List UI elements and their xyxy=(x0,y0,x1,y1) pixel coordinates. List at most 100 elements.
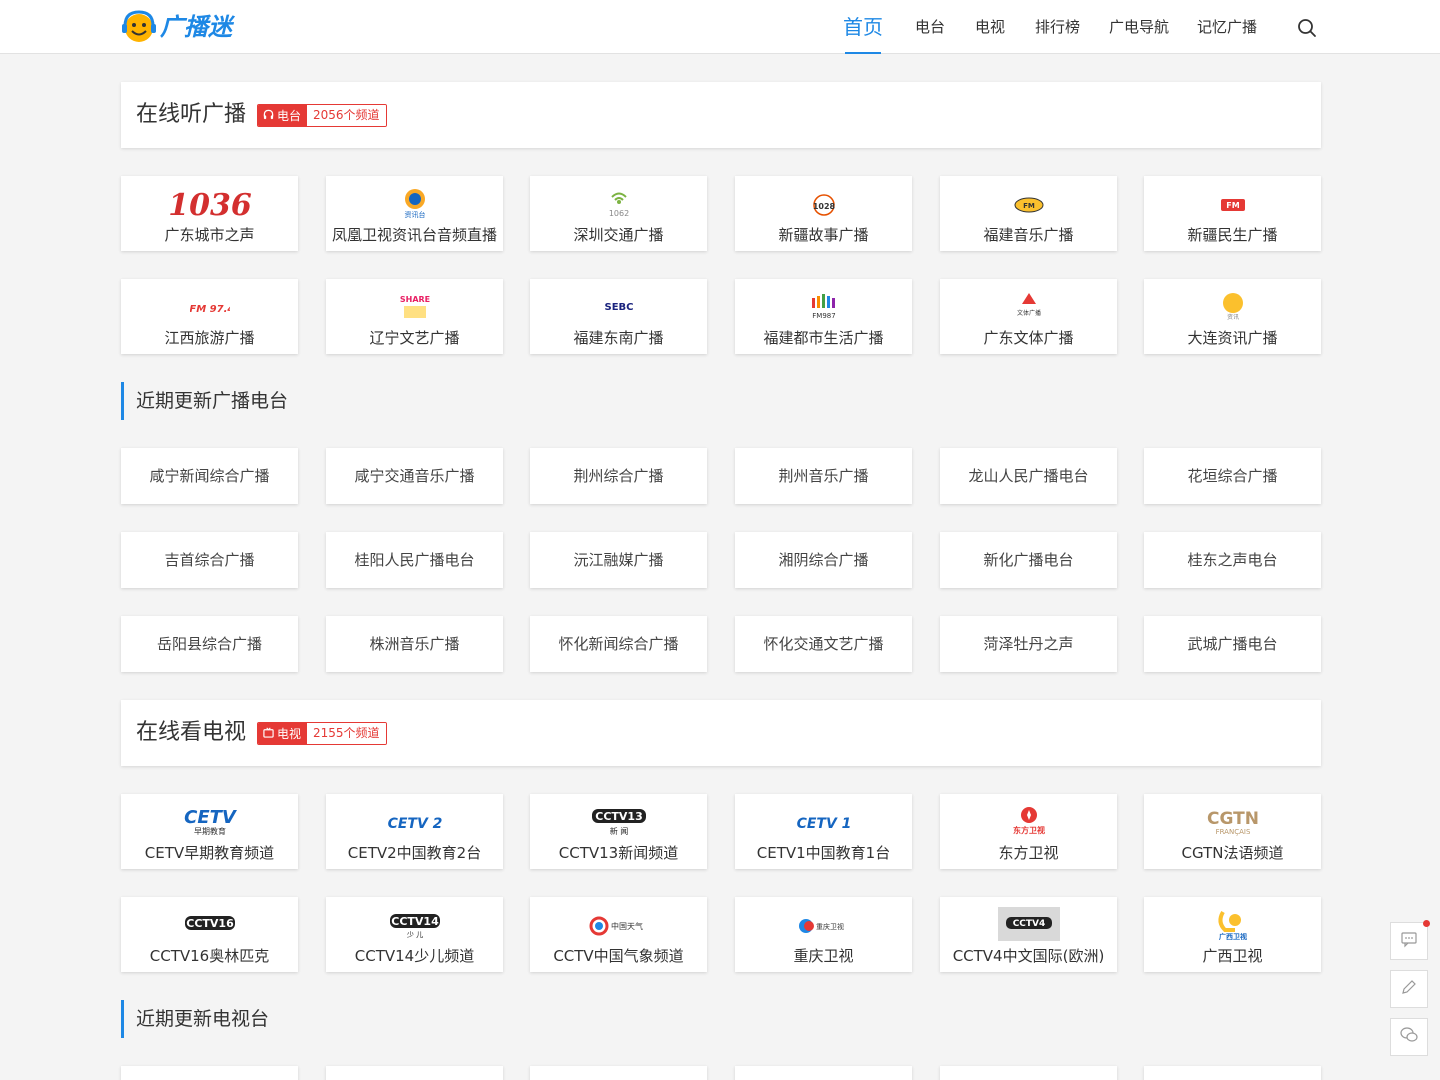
tv-card[interactable]: CCTV16 CCTV16奥林匹克 xyxy=(121,897,298,972)
notification-dot xyxy=(1423,920,1430,927)
recent-radio-item[interactable]: 咸宁交通音乐广播 xyxy=(326,448,503,504)
tv-badge[interactable]: 电视 2155个频道 xyxy=(257,722,387,745)
recent-radio-item[interactable]: 株洲音乐广播 xyxy=(326,616,503,672)
recent-radio-item[interactable]: 菏泽牡丹之声 xyxy=(940,616,1117,672)
nav-guide[interactable]: 广电导航 xyxy=(1109,0,1169,54)
tv-card[interactable]: CCTV4 CCTV4中文国际(欧洲) xyxy=(940,897,1117,972)
recent-tv-item[interactable] xyxy=(1144,1066,1321,1080)
edit-button[interactable] xyxy=(1390,970,1428,1008)
search-icon[interactable] xyxy=(1297,18,1317,38)
tv-card[interactable]: CCTV13 新 闻 CCTV13新闻频道 xyxy=(530,794,707,869)
channel-logo: CCTV14 少 儿 xyxy=(387,907,443,941)
nav-home[interactable]: 首页 xyxy=(843,0,883,54)
channel-name: CCTV14少儿频道 xyxy=(354,947,475,965)
tv-card[interactable]: 东方卫视 东方卫视 xyxy=(940,794,1117,869)
tv-badge-count: 2155个频道 xyxy=(307,723,386,744)
radio-card[interactable]: SHARE 辽宁文艺广播 xyxy=(326,279,503,354)
radio-card[interactable]: 资讯台 凤凰卫视资讯台音频直播 xyxy=(326,176,503,251)
svg-text:东方卫视: 东方卫视 xyxy=(1013,825,1045,835)
svg-text:IFM 97.4: IFM 97.4 xyxy=(190,304,230,315)
tv-card[interactable]: 重庆卫视 重庆卫视 xyxy=(735,897,912,972)
comment-button[interactable] xyxy=(1390,920,1430,960)
radio-card[interactable]: 文体广播 广东文体广播 xyxy=(940,279,1117,354)
recent-tv-item[interactable] xyxy=(326,1066,503,1080)
channel-name: CCTV16奥林匹克 xyxy=(149,947,270,965)
tv-section-header: 在线看电视 电视 2155个频道 xyxy=(121,700,1321,766)
recent-radio-item[interactable]: 桂阳人民广播电台 xyxy=(326,532,503,588)
svg-text:文体广播: 文体广播 xyxy=(1016,309,1040,317)
radio-card[interactable]: 1036 广东城市之声 xyxy=(121,176,298,251)
station-logo: 文体广播 xyxy=(1014,289,1044,323)
nav-radio[interactable]: 电台 xyxy=(915,0,945,54)
headphones-icon xyxy=(263,109,274,123)
recent-tv-item[interactable] xyxy=(121,1066,298,1080)
svg-text:CCTV16: CCTV16 xyxy=(186,917,234,930)
recent-radio-item[interactable]: 荆州音乐广播 xyxy=(735,448,912,504)
station-logo: SEBC xyxy=(602,289,636,323)
site-logo[interactable]: 广播迷 xyxy=(122,8,256,44)
nav-tv[interactable]: 电视 xyxy=(975,0,1005,54)
recent-tv-item[interactable] xyxy=(530,1066,707,1080)
svg-text:中国天气: 中国天气 xyxy=(611,921,643,931)
recent-radio-item[interactable]: 荆州综合广播 xyxy=(530,448,707,504)
tv-card[interactable]: CETV 2 CETV2中国教育2台 xyxy=(326,794,503,869)
recent-radio-item[interactable]: 岳阳县综合广播 xyxy=(121,616,298,672)
station-logo: SHARE xyxy=(399,289,431,323)
recent-radio-item[interactable]: 湘阴综合广播 xyxy=(735,532,912,588)
tv-card[interactable]: 中国天气 CCTV中国气象频道 xyxy=(530,897,707,972)
nav-ranking[interactable]: 排行榜 xyxy=(1035,0,1080,54)
top-header: 广播迷 首页 电台 电视 排行榜 广电导航 记忆广播 xyxy=(0,0,1440,54)
radio-card[interactable]: 资讯 大连资讯广播 xyxy=(1144,279,1321,354)
channel-logo: CCTV13 新 闻 xyxy=(589,804,649,838)
nav-memory-radio[interactable]: 记忆广播 xyxy=(1197,0,1257,54)
svg-text:CCTV4: CCTV4 xyxy=(1012,919,1045,929)
station-name: 大连资讯广播 xyxy=(1187,329,1278,347)
tv-card[interactable]: CGTN FRANÇAIS CGTN法语频道 xyxy=(1144,794,1321,869)
recent-radio-item[interactable]: 沅江融媒广播 xyxy=(530,532,707,588)
radio-card[interactable]: FM987 福建都市生活广播 xyxy=(735,279,912,354)
svg-text:资讯台: 资讯台 xyxy=(404,210,425,219)
recent-tv-item[interactable] xyxy=(735,1066,912,1080)
recent-radio-item[interactable]: 新化广播电台 xyxy=(940,532,1117,588)
radio-badge[interactable]: 电台 2056个频道 xyxy=(257,104,387,127)
recent-radio-item[interactable]: 桂东之声电台 xyxy=(1144,532,1321,588)
radio-card[interactable]: FM 福建音乐广播 xyxy=(940,176,1117,251)
radio-card[interactable]: IFM 97.4 江西旅游广播 xyxy=(121,279,298,354)
recent-tv-item[interactable] xyxy=(940,1066,1117,1080)
recent-radio-item[interactable]: 怀化新闻综合广播 xyxy=(530,616,707,672)
svg-text:新 闻: 新 闻 xyxy=(609,826,628,836)
station-name: 广东城市之声 xyxy=(164,226,255,244)
recent-radio-item[interactable]: 武城广播电台 xyxy=(1144,616,1321,672)
station-name: 江西旅游广播 xyxy=(164,329,255,347)
recent-radio-item[interactable]: 龙山人民广播电台 xyxy=(940,448,1117,504)
tv-card[interactable]: CCTV14 少 儿 CCTV14少儿频道 xyxy=(326,897,503,972)
svg-text:CETV: CETV xyxy=(184,807,238,828)
station-logo: 1062 xyxy=(604,186,634,220)
edit-icon xyxy=(1400,978,1418,1000)
radio-card[interactable]: FM 新疆民生广播 xyxy=(1144,176,1321,251)
svg-text:FRANÇAIS: FRANÇAIS xyxy=(1215,828,1250,836)
recent-radio-item[interactable]: 吉首综合广播 xyxy=(121,532,298,588)
recent-radio-item[interactable]: 花垣综合广播 xyxy=(1144,448,1321,504)
channel-name: CETV早期教育频道 xyxy=(144,844,275,862)
wechat-button[interactable] xyxy=(1390,1018,1428,1056)
station-logo: 1036 xyxy=(165,186,255,220)
radio-card[interactable]: 1062 深圳交通广播 xyxy=(530,176,707,251)
svg-text:1036: 1036 xyxy=(168,188,252,219)
tv-card[interactable]: CETV 早期教育 CETV早期教育频道 xyxy=(121,794,298,869)
recent-radio-item[interactable]: 咸宁新闻综合广播 xyxy=(121,448,298,504)
radio-card[interactable]: 1028 新疆故事广播 xyxy=(735,176,912,251)
radio-card[interactable]: SEBC 福建东南广播 xyxy=(530,279,707,354)
recent-radio-item[interactable]: 怀化交通文艺广播 xyxy=(735,616,912,672)
channel-logo: CCTV4 xyxy=(997,907,1060,941)
logo-text: 广播迷 xyxy=(160,13,236,41)
comment-icon xyxy=(1400,930,1418,952)
tv-card[interactable]: CETV 1 CETV1中国教育1台 xyxy=(735,794,912,869)
station-name: 新疆民生广播 xyxy=(1187,226,1278,244)
channel-name: CCTV13新闻频道 xyxy=(558,844,679,862)
svg-text:广西卫视: 广西卫视 xyxy=(1219,932,1247,940)
channel-logo: 东方卫视 xyxy=(1009,804,1049,838)
channel-name: 广西卫视 xyxy=(1202,947,1263,965)
tv-card[interactable]: 广西卫视 广西卫视 xyxy=(1144,897,1321,972)
channel-name: CCTV4中文国际(欧洲) xyxy=(952,947,1105,965)
